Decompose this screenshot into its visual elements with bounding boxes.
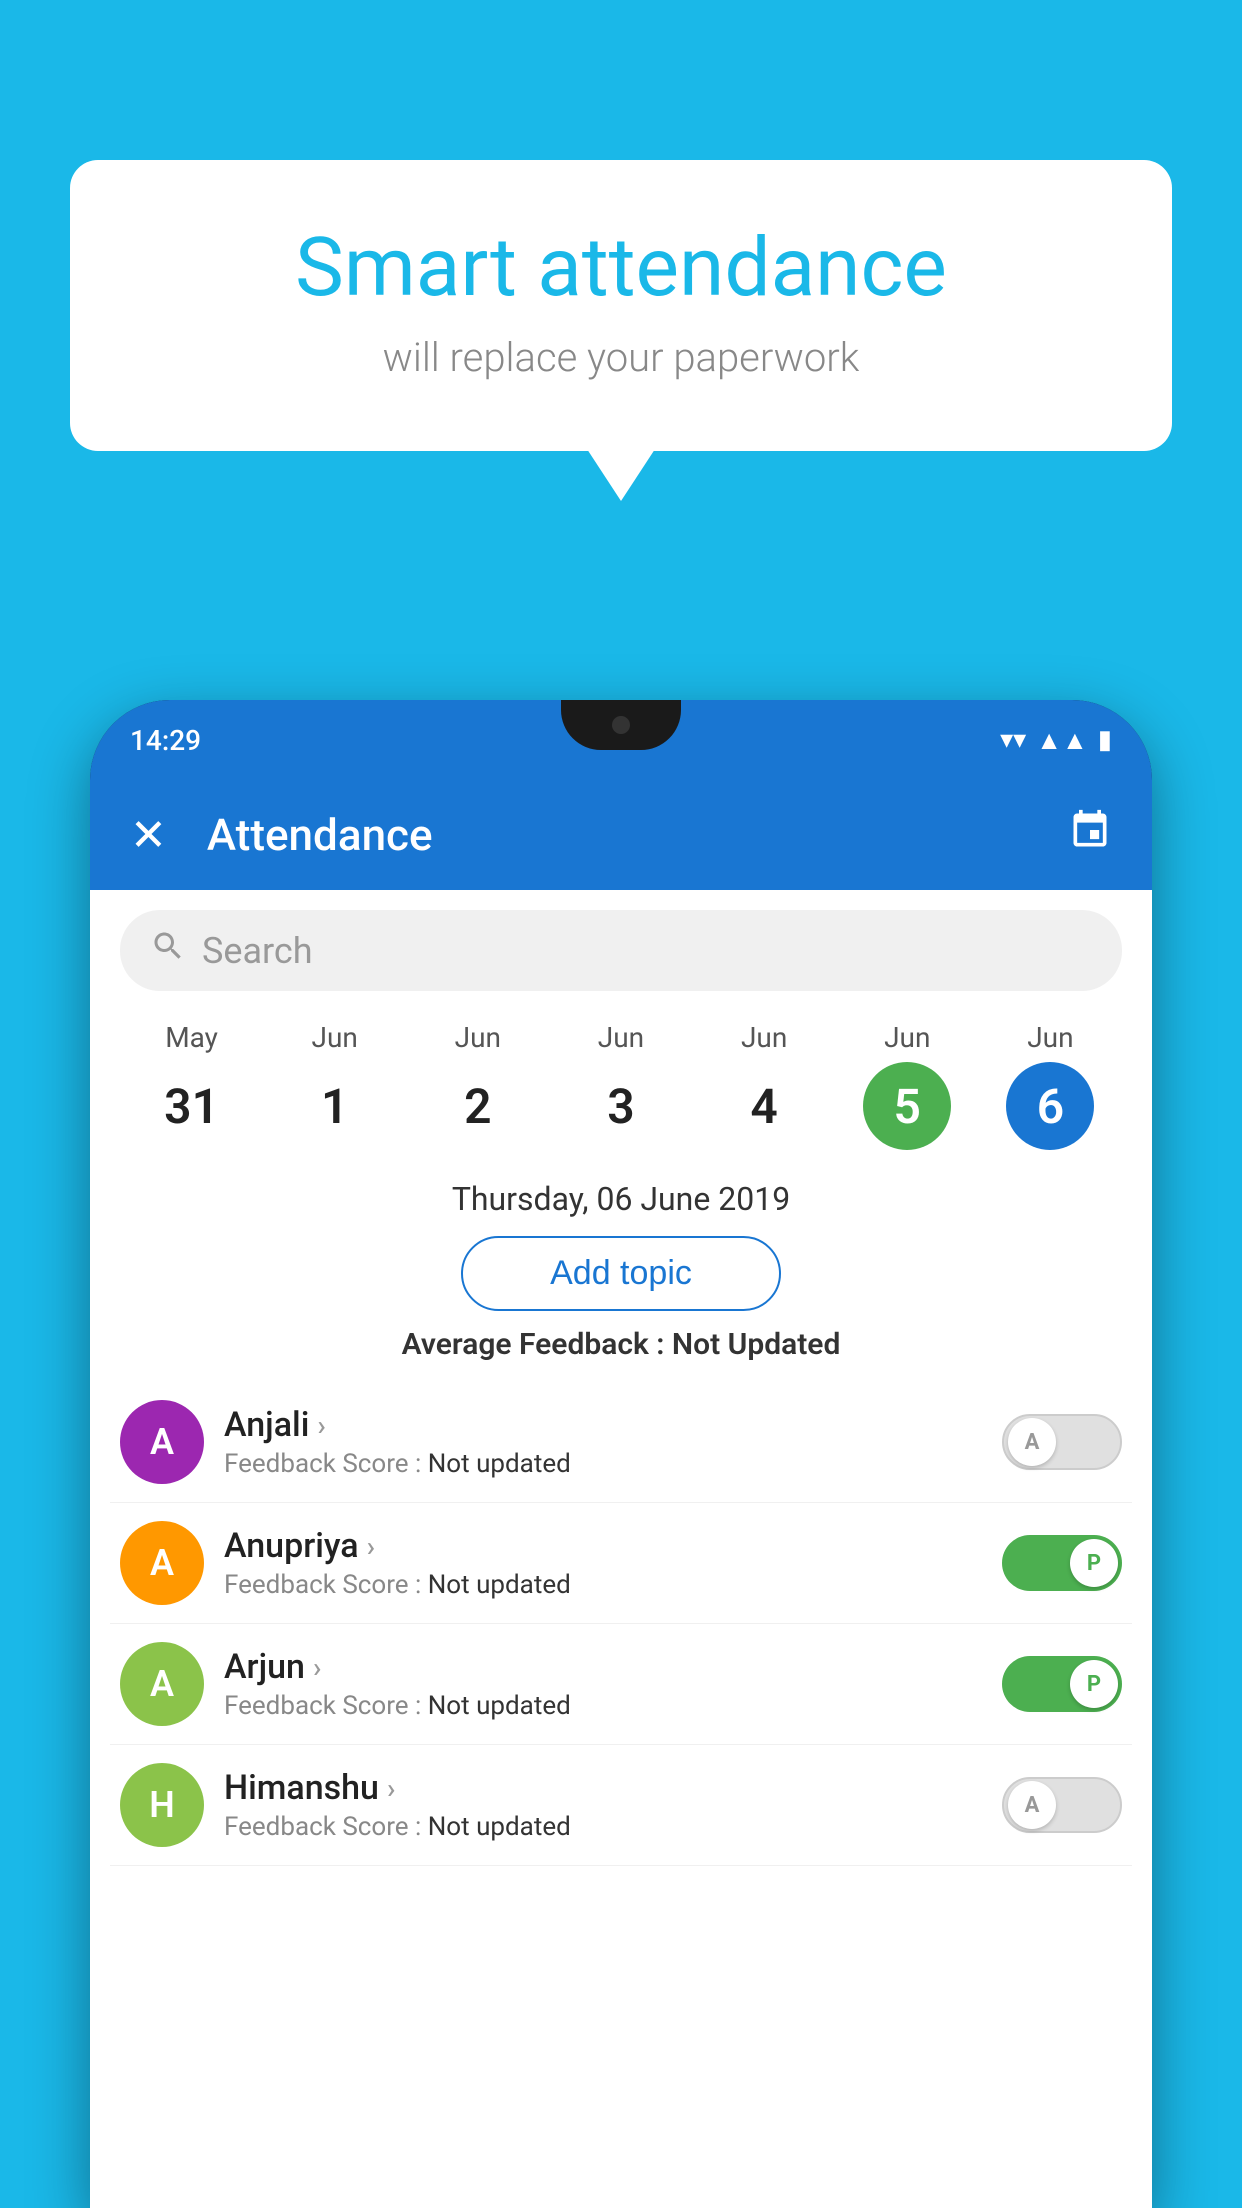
date-selector: May 31 Jun 1 Jun 2 Jun 3 Jun 4 Jun 5 Jun 6 <box>90 1011 1152 1170</box>
student-item-0[interactable]: A Anjali › Feedback Score : Not updated A <box>110 1382 1132 1503</box>
camera <box>612 716 630 734</box>
feedback-value-2: Not updated <box>428 1691 571 1721</box>
selected-date: Thursday, 06 June 2019 <box>90 1170 1152 1236</box>
date-month-6: Jun <box>1027 1021 1073 1054</box>
student-avatar-0: A <box>120 1400 204 1484</box>
date-day-4[interactable]: 4 <box>720 1062 808 1150</box>
student-info-2: Arjun › Feedback Score : Not updated <box>224 1647 982 1721</box>
toggle-container-1[interactable]: P <box>1002 1535 1122 1591</box>
date-day-3[interactable]: 3 <box>577 1062 665 1150</box>
attendance-toggle-1[interactable]: P <box>1002 1535 1122 1591</box>
date-day-0[interactable]: 31 <box>148 1062 236 1150</box>
date-month-4: Jun <box>741 1021 787 1054</box>
student-item-3[interactable]: H Himanshu › Feedback Score : Not updated A <box>110 1745 1132 1866</box>
status-icons: ▾▾ ▲▲ ▮ <box>1000 725 1112 756</box>
student-name-0: Anjali › <box>224 1405 982 1445</box>
toggle-knob-3: A <box>1008 1781 1056 1829</box>
status-time: 14:29 <box>130 724 201 757</box>
average-feedback: Average Feedback : Not Updated <box>90 1327 1152 1362</box>
date-day-2[interactable]: 2 <box>434 1062 522 1150</box>
date-day-1[interactable]: 1 <box>291 1062 379 1150</box>
date-day-5[interactable]: 5 <box>863 1062 951 1150</box>
student-name-1: Anupriya › <box>224 1526 982 1566</box>
student-chevron-3: › <box>387 1772 395 1805</box>
signal-icon: ▲▲ <box>1036 725 1087 756</box>
student-feedback-0: Feedback Score : Not updated <box>224 1449 982 1479</box>
date-col-5[interactable]: Jun 5 <box>863 1021 951 1150</box>
close-button[interactable]: ✕ <box>130 809 167 861</box>
date-col-3[interactable]: Jun 3 <box>577 1021 665 1150</box>
bubble-title: Smart attendance <box>150 220 1092 316</box>
toggle-knob-2: P <box>1070 1660 1118 1708</box>
student-info-3: Himanshu › Feedback Score : Not updated <box>224 1768 982 1842</box>
attendance-toggle-0[interactable]: A <box>1002 1414 1122 1470</box>
feedback-value-1: Not updated <box>428 1570 571 1600</box>
date-month-2: Jun <box>455 1021 501 1054</box>
student-list: AAnjali ›Feedback Score : Not updatedAAA… <box>90 1382 1152 1866</box>
app-header: ✕ Attendance <box>90 780 1152 890</box>
toggle-container-0[interactable]: A <box>1002 1414 1122 1470</box>
wifi-icon: ▾▾ <box>1000 725 1026 755</box>
student-avatar-2: A <box>120 1642 204 1726</box>
header-title: Attendance <box>207 809 1028 861</box>
student-chevron-0: › <box>317 1409 325 1442</box>
speech-bubble-container: Smart attendance will replace your paper… <box>70 160 1172 451</box>
calendar-icon[interactable] <box>1068 808 1112 862</box>
attendance-toggle-3[interactable]: A <box>1002 1777 1122 1833</box>
student-avatar-3: H <box>120 1763 204 1847</box>
attendance-toggle-2[interactable]: P <box>1002 1656 1122 1712</box>
app-content: Search May 31 Jun 1 Jun 2 Jun 3 Jun 4 Jun 5 Jun 6 Thu… <box>90 890 1152 2208</box>
toggle-knob-0: A <box>1008 1418 1056 1466</box>
date-col-2[interactable]: Jun 2 <box>434 1021 522 1150</box>
date-month-3: Jun <box>598 1021 644 1054</box>
toggle-container-2[interactable]: P <box>1002 1656 1122 1712</box>
student-feedback-2: Feedback Score : Not updated <box>224 1691 982 1721</box>
student-item-1[interactable]: A Anupriya › Feedback Score : Not updated P <box>110 1503 1132 1624</box>
search-input-placeholder[interactable]: Search <box>202 930 313 972</box>
battery-icon: ▮ <box>1098 725 1112 755</box>
date-col-1[interactable]: Jun 1 <box>291 1021 379 1150</box>
avg-feedback-value: Not Updated <box>672 1327 840 1362</box>
toggle-knob-1: P <box>1070 1539 1118 1587</box>
date-col-4[interactable]: Jun 4 <box>720 1021 808 1150</box>
speech-bubble: Smart attendance will replace your paper… <box>70 160 1172 451</box>
date-month-5: Jun <box>884 1021 930 1054</box>
date-month-0: May <box>165 1021 218 1054</box>
student-name-2: Arjun › <box>224 1647 982 1687</box>
student-info-1: Anupriya › Feedback Score : Not updated <box>224 1526 982 1600</box>
date-day-6[interactable]: 6 <box>1006 1062 1094 1150</box>
date-month-1: Jun <box>312 1021 358 1054</box>
phone-frame: 14:29 ▾▾ ▲▲ ▮ ✕ Attendance Search <box>90 700 1152 2208</box>
student-name-3: Himanshu › <box>224 1768 982 1808</box>
date-col-0[interactable]: May 31 <box>148 1021 236 1150</box>
add-topic-button[interactable]: Add topic <box>461 1236 781 1311</box>
status-bar: 14:29 ▾▾ ▲▲ ▮ <box>90 700 1152 780</box>
student-item-2[interactable]: A Arjun › Feedback Score : Not updated P <box>110 1624 1132 1745</box>
date-col-6[interactable]: Jun 6 <box>1006 1021 1094 1150</box>
avg-feedback-label: Average Feedback : <box>402 1327 672 1362</box>
feedback-value-0: Not updated <box>428 1449 571 1479</box>
bubble-subtitle: will replace your paperwork <box>150 334 1092 381</box>
search-bar[interactable]: Search <box>120 910 1122 991</box>
student-feedback-3: Feedback Score : Not updated <box>224 1812 982 1842</box>
student-feedback-1: Feedback Score : Not updated <box>224 1570 982 1600</box>
student-chevron-2: › <box>313 1651 321 1684</box>
feedback-value-3: Not updated <box>428 1812 571 1842</box>
notch <box>561 700 681 750</box>
search-icon <box>150 928 186 973</box>
toggle-container-3[interactable]: A <box>1002 1777 1122 1833</box>
student-avatar-1: A <box>120 1521 204 1605</box>
student-chevron-1: › <box>367 1530 375 1563</box>
student-info-0: Anjali › Feedback Score : Not updated <box>224 1405 982 1479</box>
